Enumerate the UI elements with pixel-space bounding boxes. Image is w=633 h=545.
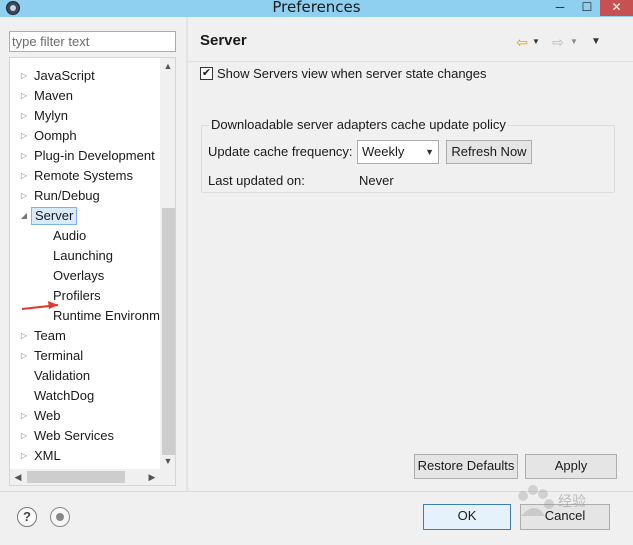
scroll-corner <box>160 469 175 485</box>
tree-item-label[interactable]: Run/Debug <box>34 186 100 206</box>
tree-horizontal-scrollbar[interactable]: ◀ ▶ <box>10 469 160 485</box>
tree-item[interactable]: ◢ Server <box>10 206 160 226</box>
tree-item[interactable]: Validation <box>10 366 160 386</box>
help-icon[interactable]: ? <box>17 507 37 527</box>
title-bar: Preferences ─ ☐ ✕ <box>0 0 633 18</box>
tree-item-label[interactable]: Runtime Environm <box>53 306 160 326</box>
title-divider <box>188 61 633 62</box>
tree-vertical-scrollbar[interactable]: ▲ ▼ <box>160 58 175 469</box>
preference-page: Server ⇦ ▼ ⇨ ▼ ▼ ✔ Show Servers view whe… <box>188 17 633 491</box>
back-arrow-icon[interactable]: ⇦ <box>513 34 531 50</box>
update-frequency-value: Weekly <box>362 144 405 159</box>
tree-item-label[interactable]: Plug-in Development <box>34 146 155 166</box>
scroll-up-icon[interactable]: ▲ <box>160 58 175 74</box>
tree-item[interactable]: WatchDog <box>10 386 160 406</box>
expanded-arrow-icon[interactable]: ◢ <box>19 206 29 226</box>
annotation-arrow-icon <box>21 301 59 310</box>
collapsed-arrow-icon[interactable]: ▷ <box>19 426 29 446</box>
tree-item-label[interactable]: Mylyn <box>34 106 68 126</box>
scroll-thumb[interactable] <box>162 208 175 455</box>
tree-item[interactable]: Launching <box>10 246 160 266</box>
scroll-right-icon[interactable]: ▶ <box>144 469 160 485</box>
back-history-dropdown-icon[interactable]: ▼ <box>531 34 541 50</box>
forward-arrow-icon[interactable]: ⇨ <box>549 34 567 50</box>
tree-item-label[interactable]: Profilers <box>53 286 101 306</box>
cache-policy-group: Downloadable server adapters cache updat… <box>201 117 615 193</box>
refresh-now-button[interactable]: Refresh Now <box>446 140 532 164</box>
scroll-down-icon[interactable]: ▼ <box>160 453 175 469</box>
scroll-left-icon[interactable]: ◀ <box>10 469 26 485</box>
update-frequency-select[interactable]: Weekly ▼ <box>357 140 439 164</box>
tree-item[interactable]: ▷ Maven <box>10 86 160 106</box>
tree-item-label[interactable]: XML <box>34 446 61 466</box>
collapsed-arrow-icon[interactable]: ▷ <box>19 66 29 86</box>
minimize-button[interactable]: ─ <box>548 0 572 16</box>
tree-item-label[interactable]: Oomph <box>34 126 77 146</box>
show-servers-view-checkbox[interactable]: ✔ <box>200 67 213 80</box>
tree-item-label[interactable]: Maven <box>34 86 73 106</box>
tree-item[interactable]: ▷ Web <box>10 406 160 426</box>
tree-item[interactable]: ▷ Web Services <box>10 426 160 446</box>
tree-item[interactable]: ▷ Mylyn <box>10 106 160 126</box>
tree-item[interactable]: ▷ Team <box>10 326 160 346</box>
preference-tree: ▷ JavaScript ▷ Maven ▷ Mylyn ▷ Oomph ▷ Plug-in De… <box>9 57 176 486</box>
tree-item[interactable]: ▷ Plug-in Development <box>10 146 160 166</box>
tree-item[interactable]: Audio <box>10 226 160 246</box>
tree-item[interactable]: Overlays <box>10 266 160 286</box>
tree-item-label[interactable]: Web <box>34 406 61 426</box>
collapsed-arrow-icon[interactable]: ▷ <box>19 446 29 466</box>
tree-item[interactable]: ▷ XML <box>10 446 160 466</box>
tree-item[interactable]: ▷ JavaScript <box>10 66 160 86</box>
close-button[interactable]: ✕ <box>600 0 633 16</box>
forward-history-dropdown-icon[interactable]: ▼ <box>569 34 579 50</box>
tree-item-label[interactable]: Team <box>34 326 66 346</box>
collapsed-arrow-icon[interactable]: ▷ <box>19 86 29 106</box>
collapsed-arrow-icon[interactable]: ▷ <box>19 186 29 206</box>
tree-item-label[interactable]: Terminal <box>34 346 83 366</box>
watermark-text: 经验 <box>558 493 586 509</box>
tree-item-label[interactable]: Web Services <box>34 426 114 446</box>
preference-tree-pane: ▷JavaScript▷Maven▷Mylyn▷Oomph▷Plug-in De… <box>0 17 186 491</box>
tree-item[interactable]: ▷ Terminal <box>10 346 160 366</box>
tree-item-label[interactable]: Remote Systems <box>34 166 133 186</box>
chevron-down-icon: ▼ <box>425 147 434 157</box>
tree-item-label[interactable]: WatchDog <box>34 386 94 406</box>
tree-item-label[interactable]: Validation <box>34 366 90 386</box>
update-frequency-label: Update cache frequency: <box>208 144 353 159</box>
window-title: Preferences <box>272 0 361 16</box>
last-updated-label: Last updated on: <box>208 173 305 188</box>
cache-policy-group-title: Downloadable server adapters cache updat… <box>209 117 508 132</box>
collapsed-arrow-icon[interactable]: ▷ <box>19 106 29 126</box>
last-updated-value: Never <box>359 173 394 188</box>
tree-item[interactable]: ▷ Oomph <box>10 126 160 146</box>
tree-item-label[interactable]: Server <box>31 207 78 225</box>
view-menu-icon[interactable]: ▼ <box>589 34 603 50</box>
tree-item[interactable]: ▷ Remote Systems <box>10 166 160 186</box>
page-title: Server <box>200 32 247 49</box>
collapsed-arrow-icon[interactable]: ▷ <box>19 326 29 346</box>
collapsed-arrow-icon[interactable]: ▷ <box>19 166 29 186</box>
collapsed-arrow-icon[interactable]: ▷ <box>19 406 29 426</box>
filter-input[interactable] <box>9 31 176 52</box>
tree-item-label[interactable]: JavaScript <box>34 66 95 86</box>
hscroll-thumb[interactable] <box>27 471 125 483</box>
tree-item[interactable]: ▷ Run/Debug <box>10 186 160 206</box>
show-servers-view-label[interactable]: Show Servers view when server state chan… <box>217 65 487 83</box>
collapsed-arrow-icon[interactable]: ▷ <box>19 126 29 146</box>
collapsed-arrow-icon[interactable]: ▷ <box>19 146 29 166</box>
tree-item-label[interactable]: Audio <box>53 226 86 246</box>
import-export-icon[interactable] <box>50 507 70 527</box>
tree-item-label[interactable]: Overlays <box>53 266 104 286</box>
maximize-button[interactable]: ☐ <box>576 0 598 16</box>
tree-item-label[interactable]: Launching <box>53 246 113 266</box>
collapsed-arrow-icon[interactable]: ▷ <box>19 346 29 366</box>
